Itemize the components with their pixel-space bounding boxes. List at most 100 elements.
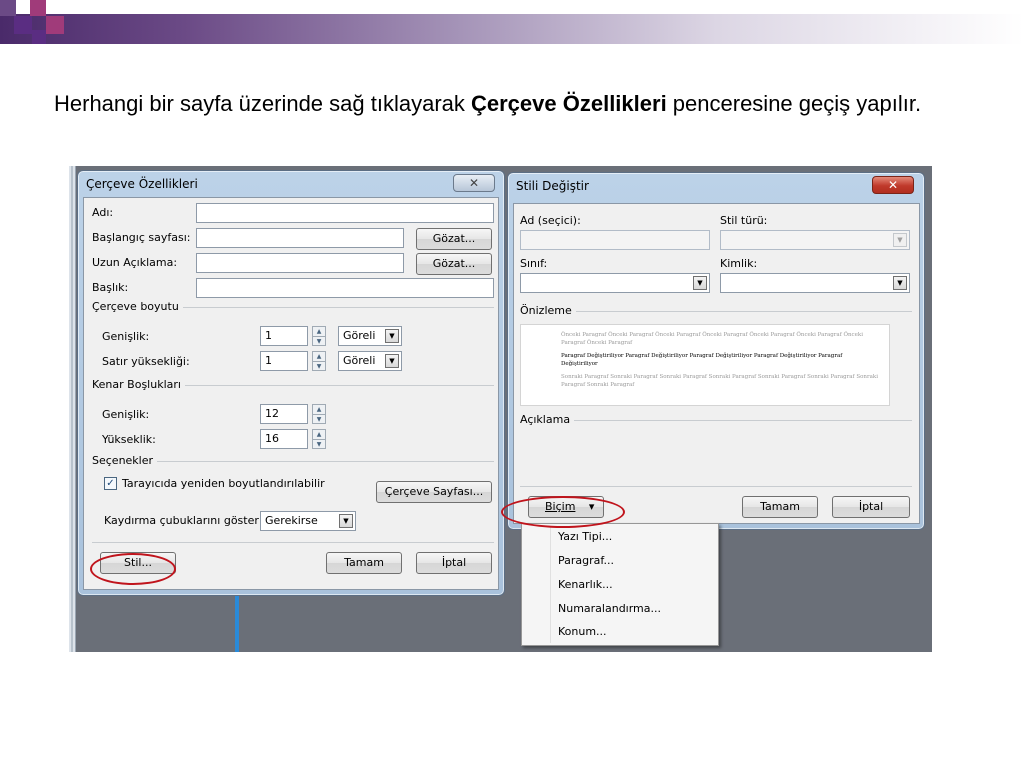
title-label: Başlık: [92,281,129,294]
preview-group-label: Önizleme [520,304,576,317]
ok-button[interactable]: Tamam [326,552,402,574]
row-height-input[interactable]: 1 [260,351,308,371]
row-height-spinner[interactable]: ▲ ▼ [312,351,326,371]
group-line [520,311,912,312]
width-unit-select[interactable]: Göreli ▼ [338,326,402,346]
long-description-input[interactable] [196,253,404,273]
resizable-label: Tarayıcıda yeniden boyutlandırılabilir [122,477,325,490]
menu-item-numbering[interactable]: Numaralandırma... [558,602,661,615]
style-dialog-client: Ad (seçici): Stil türü: ▼ Sınıf: ▼ Kimli… [513,203,920,524]
chevron-down-icon[interactable]: ▼ [385,329,399,343]
style-type-select[interactable]: ▼ [720,230,910,250]
row-height-unit-value: Göreli [343,354,376,367]
separator [520,486,912,487]
cancel-button[interactable]: İptal [832,496,910,518]
chevron-down-icon[interactable]: ▼ [385,354,399,368]
scrollbars-value: Gerekirse [265,514,318,527]
margin-width-input[interactable]: 12 [260,404,308,424]
highlight-ellipse-format [501,496,625,528]
header-square [0,0,16,16]
margins-group-label: Kenar Boşlukları [92,378,185,391]
header-square [46,16,64,34]
spin-down-icon[interactable]: ▼ [313,414,325,423]
slide-text-part: penceresine geçiş yapılır. [666,91,922,116]
chevron-down-icon[interactable]: ▼ [893,233,907,247]
menu-icon-strip [550,526,551,643]
frame-size-group-label: Çerçeve boyutu [92,300,183,313]
frame-page-button[interactable]: Çerçeve Sayfası... [376,481,492,503]
style-preview: Önceki Paragraf Önceki Paragraf Önceki P… [520,324,890,406]
blue-guide-line [235,596,239,652]
chevron-down-icon[interactable]: ▼ [339,514,353,528]
header-square [14,16,32,34]
format-menu: Yazı Tipi... Paragraf... Kenarlık... Num… [521,523,719,646]
spin-up-icon[interactable]: ▲ [313,405,325,414]
browse-start-page-button[interactable]: Gözat... [416,228,492,250]
scrollbars-select[interactable]: Gerekirse ▼ [260,511,356,531]
browse-long-description-button[interactable]: Gözat... [416,253,492,275]
description-group-label: Açıklama [520,413,575,426]
options-group-label: Seçenekler [92,454,158,467]
menu-item-border[interactable]: Kenarlık... [558,578,613,591]
width-unit-value: Göreli [343,329,376,342]
preview-next-paragraph: Sonraki Paragraf Sonraki Paragraf Sonrak… [561,374,878,388]
width-spinner[interactable]: ▲ ▼ [312,326,326,346]
margin-height-label: Yükseklik: [102,433,156,446]
close-icon[interactable]: ✕ [453,174,495,192]
selector-name-input[interactable] [520,230,710,250]
frame-properties-dialog: Çerçeve Özellikleri ✕ Adı: Başlangıç say… [77,170,505,596]
menu-item-position[interactable]: Konum... [558,625,607,638]
row-height-label: Satır yüksekliği: [102,355,190,368]
row-height-unit-select[interactable]: Göreli ▼ [338,351,402,371]
slide-body-text: Herhangi bir sayfa üzerinde sağ tıklayar… [54,88,954,119]
close-icon[interactable]: ✕ [872,176,914,194]
class-label: Sınıf: [520,257,548,270]
frame-dialog-client: Adı: Başlangıç sayfası: Gözat... Uzun Aç… [83,197,499,590]
spin-down-icon[interactable]: ▼ [313,439,325,448]
scrollbars-label: Kaydırma çubuklarını göster: [104,514,263,527]
width-input[interactable]: 1 [260,326,308,346]
header-band [0,14,1024,44]
title-input[interactable] [196,278,494,298]
header-square [30,0,46,16]
id-select[interactable]: ▼ [720,273,910,293]
spin-up-icon[interactable]: ▲ [313,352,325,361]
resizable-checkbox[interactable]: ✓ [104,477,117,490]
highlight-ellipse-style [90,553,176,585]
spin-down-icon[interactable]: ▼ [313,361,325,370]
style-dialog-title: Stili Değiştir [516,179,589,193]
start-page-input[interactable] [196,228,404,248]
chevron-down-icon[interactable]: ▼ [893,276,907,290]
separator [92,542,494,543]
menu-item-font[interactable]: Yazı Tipi... [558,530,612,543]
header-square [32,30,46,44]
name-label: Adı: [92,206,114,219]
chevron-down-icon[interactable]: ▼ [693,276,707,290]
spin-up-icon[interactable]: ▲ [313,327,325,336]
selector-name-label: Ad (seçici): [520,214,581,227]
id-label: Kimlik: [720,257,758,270]
margin-width-label: Genişlik: [102,408,150,421]
margin-height-spinner[interactable]: ▲ ▼ [312,429,326,449]
start-page-label: Başlangıç sayfası: [92,231,191,244]
long-description-label: Uzun Açıklama: [92,256,178,269]
slide-text-part: Herhangi bir sayfa üzerinde sağ tıklayar… [54,91,471,116]
margin-width-spinner[interactable]: ▲ ▼ [312,404,326,424]
spin-down-icon[interactable]: ▼ [313,336,325,345]
menu-item-paragraph[interactable]: Paragraf... [558,554,614,567]
slide-text-bold: Çerçeve Özellikleri [471,91,667,116]
preview-previous-paragraph: Önceki Paragraf Önceki Paragraf Önceki P… [561,332,863,346]
preview-current-paragraph: Paragraf Değiştiriliyor Paragraf Değişti… [561,353,843,367]
spin-up-icon[interactable]: ▲ [313,430,325,439]
name-input[interactable] [196,203,494,223]
style-type-label: Stil türü: [720,214,768,227]
frame-dialog-title: Çerçeve Özellikleri [86,177,198,191]
cancel-button[interactable]: İptal [416,552,492,574]
modify-style-dialog: Stili Değiştir ✕ Ad (seçici): Stil türü:… [507,172,925,530]
class-select[interactable]: ▼ [520,273,710,293]
width-label: Genişlik: [102,330,150,343]
screenshot: Çerçeve Özellikleri ✕ Adı: Başlangıç say… [69,166,932,652]
window-edge-line [71,166,73,652]
ok-button[interactable]: Tamam [742,496,818,518]
margin-height-input[interactable]: 16 [260,429,308,449]
